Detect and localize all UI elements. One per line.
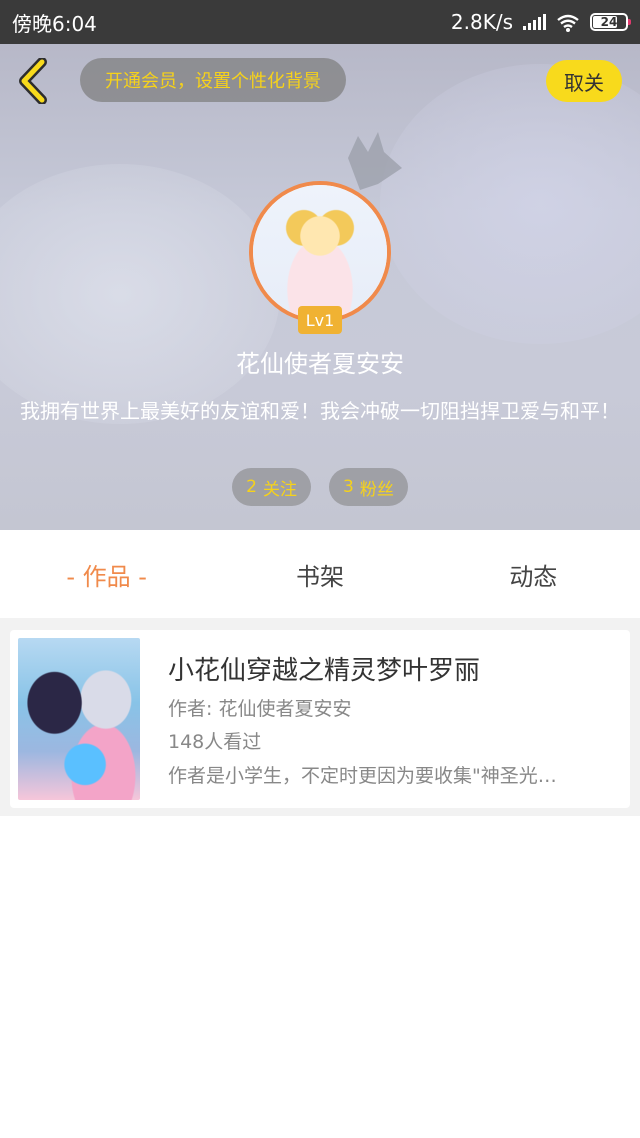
following-count: 2: [246, 477, 257, 497]
followers-count: 3: [343, 477, 354, 497]
book-views: 148人看过: [168, 731, 262, 753]
tab-works-label: - 作品 -: [66, 562, 147, 591]
tab-activity[interactable]: 动态: [427, 530, 640, 618]
wifi-icon: [556, 13, 580, 32]
book-author: 作者: 花仙使者夏安安: [168, 698, 352, 720]
works-list: 小花仙穿越之精灵梦叶罗丽 作者: 花仙使者夏安安 148人看过 作者是小学生，不…: [0, 618, 640, 816]
book-cover-image: [18, 638, 140, 800]
book-title: 小花仙穿越之精灵梦叶罗丽: [168, 656, 481, 686]
stats-row: 2 关注 3 粉丝: [0, 468, 640, 506]
level-badge: Lv1: [298, 306, 342, 334]
net-speed: 2.8K/s: [450, 10, 513, 34]
avatar-image: [253, 185, 387, 319]
book-description: 作者是小学生，不定时更因为要收集"神圣光…: [168, 765, 557, 787]
followers-label: 粉丝: [359, 479, 394, 500]
tab-activity-label: 动态: [509, 562, 558, 591]
back-chevron-icon: [19, 57, 47, 105]
tab-works[interactable]: - 作品 -: [0, 530, 213, 618]
tab-bookshelf-label: 书架: [295, 562, 344, 591]
back-button[interactable]: [14, 57, 54, 105]
profile-bio: 我拥有世界上最美好的友谊和爱！我会冲破一切阻挡捍卫爱与和平！: [20, 399, 620, 423]
profile-tabs: - 作品 - 书架 动态: [0, 530, 640, 618]
nickname: 花仙使者夏安安: [236, 350, 404, 378]
tab-bookshelf[interactable]: 书架: [213, 530, 426, 618]
followers-stat[interactable]: 3 粉丝: [329, 468, 408, 506]
avatar[interactable]: [249, 181, 391, 323]
status-time: 傍晚6:04: [12, 11, 97, 36]
battery-level: 24: [600, 15, 618, 29]
following-label: 关注: [263, 479, 297, 500]
unfollow-label: 取关: [564, 70, 604, 95]
unfollow-button[interactable]: 取关: [546, 60, 622, 102]
profile-header: 开通会员，设置个性化背景 取关 Lv1 花仙使者夏安安 我拥有世界上最美好的友谊…: [0, 44, 640, 530]
battery-icon: 24: [590, 13, 631, 31]
status-right: 2.8K/s 24: [450, 10, 631, 34]
signal-icon: [523, 14, 546, 30]
app-root: 傍晚6:04 2.8K/s 24 开通会员，设置个性化背景 取关 Lv1 花仙使…: [0, 0, 640, 1138]
status-bar: 傍晚6:04 2.8K/s 24: [0, 0, 640, 44]
following-stat[interactable]: 2 关注: [232, 468, 311, 506]
vip-background-banner[interactable]: 开通会员，设置个性化背景: [80, 58, 346, 102]
vip-banner-text: 开通会员，设置个性化背景: [105, 71, 321, 92]
level-badge-text: Lv1: [305, 310, 335, 330]
list-item[interactable]: 小花仙穿越之精灵梦叶罗丽 作者: 花仙使者夏安安 148人看过 作者是小学生，不…: [10, 630, 630, 808]
